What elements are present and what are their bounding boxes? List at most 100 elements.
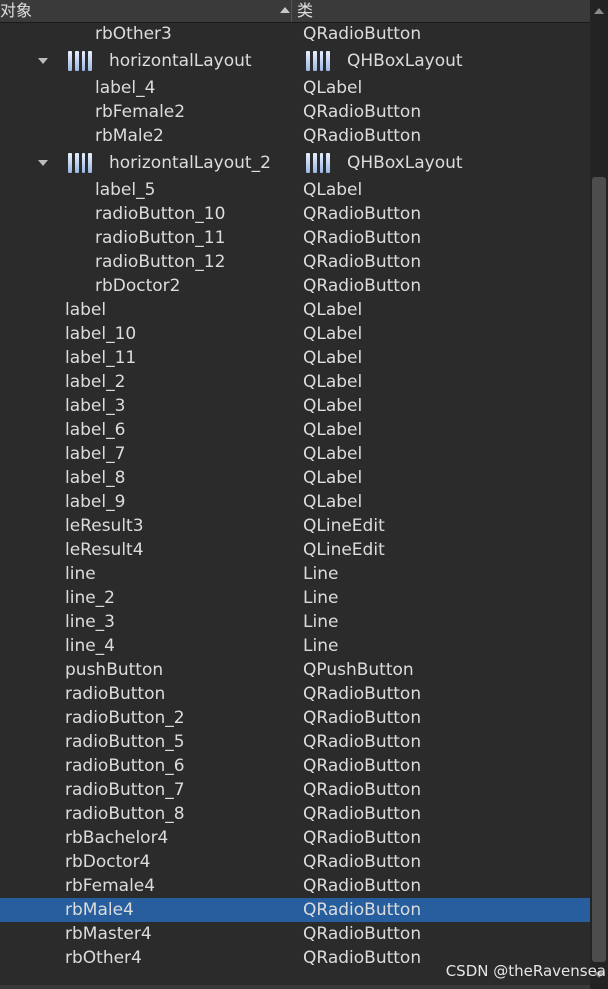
object-name: line_4 xyxy=(65,636,115,656)
object-name: leResult4 xyxy=(65,540,144,560)
object-class: QRadioButton xyxy=(303,126,422,146)
tree-row[interactable]: label_5 QLabel xyxy=(0,178,590,202)
object-class: QLabel xyxy=(303,78,363,98)
object-class: QRadioButton xyxy=(303,828,422,848)
tree-row[interactable]: label_11 QLabel xyxy=(0,346,590,370)
column-header: 对象 类 xyxy=(0,0,590,23)
tree-row[interactable]: rbMale4 QRadioButton xyxy=(0,898,590,922)
tree-row[interactable]: rbDoctor2 QRadioButton xyxy=(0,274,590,298)
object-class: QRadioButton xyxy=(303,228,422,248)
tree-row[interactable]: leResult3 QLineEdit xyxy=(0,514,590,538)
horizontal-layout-icon xyxy=(306,153,330,173)
object-class: QRadioButton xyxy=(303,900,422,920)
tree-row[interactable]: label QLabel xyxy=(0,298,590,322)
object-class: QRadioButton xyxy=(303,276,422,296)
tree-row[interactable]: label_3 QLabel xyxy=(0,394,590,418)
horizontal-scrollbar[interactable] xyxy=(0,985,590,989)
expand-arrow-icon[interactable] xyxy=(38,58,48,64)
object-name: leResult3 xyxy=(65,516,144,536)
object-class: QRadioButton xyxy=(303,804,422,824)
object-name: rbDoctor4 xyxy=(65,852,151,872)
object-class: QLabel xyxy=(303,300,363,320)
tree-row[interactable]: line Line xyxy=(0,562,590,586)
tree-row[interactable]: line_3 Line xyxy=(0,610,590,634)
tree-row[interactable]: radioButton_10 QRadioButton xyxy=(0,202,590,226)
object-class: QRadioButton xyxy=(303,24,422,44)
tree-row[interactable]: radioButton_12 QRadioButton xyxy=(0,250,590,274)
object-name: rbOther3 xyxy=(95,24,172,44)
tree-row[interactable]: leResult4 QLineEdit xyxy=(0,538,590,562)
object-name: label_3 xyxy=(65,396,126,416)
object-class: QRadioButton xyxy=(303,852,422,872)
tree-row[interactable]: rbOther3 QRadioButton xyxy=(0,22,590,46)
object-class: QRadioButton xyxy=(303,756,422,776)
tree-row[interactable]: rbMaster4 QRadioButton xyxy=(0,922,590,946)
column-header-class[interactable]: 类 xyxy=(292,0,313,22)
tree-row[interactable]: label_8 QLabel xyxy=(0,466,590,490)
sort-ascending-icon[interactable] xyxy=(280,7,290,13)
tree-row[interactable]: radioButton_5 QRadioButton xyxy=(0,730,590,754)
object-name: radioButton_8 xyxy=(65,804,185,824)
tree-row[interactable]: rbFemale2 QRadioButton xyxy=(0,100,590,124)
tree-row[interactable]: rbMale2 QRadioButton xyxy=(0,124,590,148)
object-class: QRadioButton xyxy=(303,708,422,728)
watermark: CSDN @theRavensea xyxy=(445,962,606,980)
object-name: label xyxy=(65,300,107,320)
object-class: QRadioButton xyxy=(303,204,422,224)
object-name: line_3 xyxy=(65,612,115,632)
object-name: radioButton_11 xyxy=(95,228,226,248)
object-name: horizontalLayout xyxy=(109,51,252,71)
tree-row[interactable]: radioButton_7 QRadioButton xyxy=(0,778,590,802)
column-header-object[interactable]: 对象 xyxy=(0,0,292,22)
object-class: QHBoxLayout xyxy=(347,153,463,173)
tree-row[interactable]: label_2 QLabel xyxy=(0,370,590,394)
object-class: Line xyxy=(303,564,339,584)
tree-layout-row[interactable]: horizontalLayout QHBoxLayout xyxy=(0,46,590,76)
object-inspector: 对象 类 rbOther3 QRadioButton horizontalLayou… xyxy=(0,0,608,989)
tree-row[interactable]: label_9 QLabel xyxy=(0,490,590,514)
object-name: rbFemale4 xyxy=(65,876,156,896)
tree-row[interactable]: label_10 QLabel xyxy=(0,322,590,346)
object-name: radioButton_6 xyxy=(65,756,185,776)
object-class: QLabel xyxy=(303,444,363,464)
expand-arrow-icon[interactable] xyxy=(38,160,48,166)
object-class: QLabel xyxy=(303,492,363,512)
tree-row[interactable]: label_4 QLabel xyxy=(0,76,590,100)
object-name: label_9 xyxy=(65,492,126,512)
tree-row[interactable]: radioButton_8 QRadioButton xyxy=(0,802,590,826)
tree-row[interactable]: line_2 Line xyxy=(0,586,590,610)
object-name: line_2 xyxy=(65,588,115,608)
object-class: Line xyxy=(303,636,339,656)
object-name: label_2 xyxy=(65,372,126,392)
object-class: QRadioButton xyxy=(303,780,422,800)
object-name: radioButton_12 xyxy=(95,252,226,272)
object-class: QRadioButton xyxy=(303,948,422,968)
tree-row[interactable]: radioButton_11 QRadioButton xyxy=(0,226,590,250)
tree-row[interactable]: label_7 QLabel xyxy=(0,442,590,466)
tree-row[interactable]: radioButton QRadioButton xyxy=(0,682,590,706)
object-name: rbMale2 xyxy=(95,126,164,146)
object-name: label_4 xyxy=(95,78,156,98)
tree-layout-row[interactable]: horizontalLayout_2 QHBoxLayout xyxy=(0,148,590,178)
object-name: rbMaster4 xyxy=(65,924,152,944)
tree-row[interactable]: rbFemale4 QRadioButton xyxy=(0,874,590,898)
object-name: label_11 xyxy=(65,348,137,368)
object-class: QLineEdit xyxy=(303,540,385,560)
vertical-scrollbar[interactable] xyxy=(590,0,608,989)
tree-row[interactable]: rbBachelor4 QRadioButton xyxy=(0,826,590,850)
tree-row[interactable]: radioButton_6 QRadioButton xyxy=(0,754,590,778)
object-class: QLabel xyxy=(303,324,363,344)
tree-row[interactable]: pushButton QPushButton xyxy=(0,658,590,682)
tree-row[interactable]: radioButton_2 QRadioButton xyxy=(0,706,590,730)
scroll-up-arrow-icon[interactable] xyxy=(594,8,604,14)
tree-row[interactable]: label_6 QLabel xyxy=(0,418,590,442)
object-name: radioButton_7 xyxy=(65,780,185,800)
horizontal-layout-icon xyxy=(68,51,92,71)
scrollbar-thumb[interactable] xyxy=(592,177,606,962)
tree-row[interactable]: line_4 Line xyxy=(0,634,590,658)
object-class: Line xyxy=(303,588,339,608)
object-name: pushButton xyxy=(65,660,164,680)
tree-row[interactable]: rbDoctor4 QRadioButton xyxy=(0,850,590,874)
object-name: rbMale4 xyxy=(65,900,134,920)
horizontal-layout-icon xyxy=(68,153,92,173)
